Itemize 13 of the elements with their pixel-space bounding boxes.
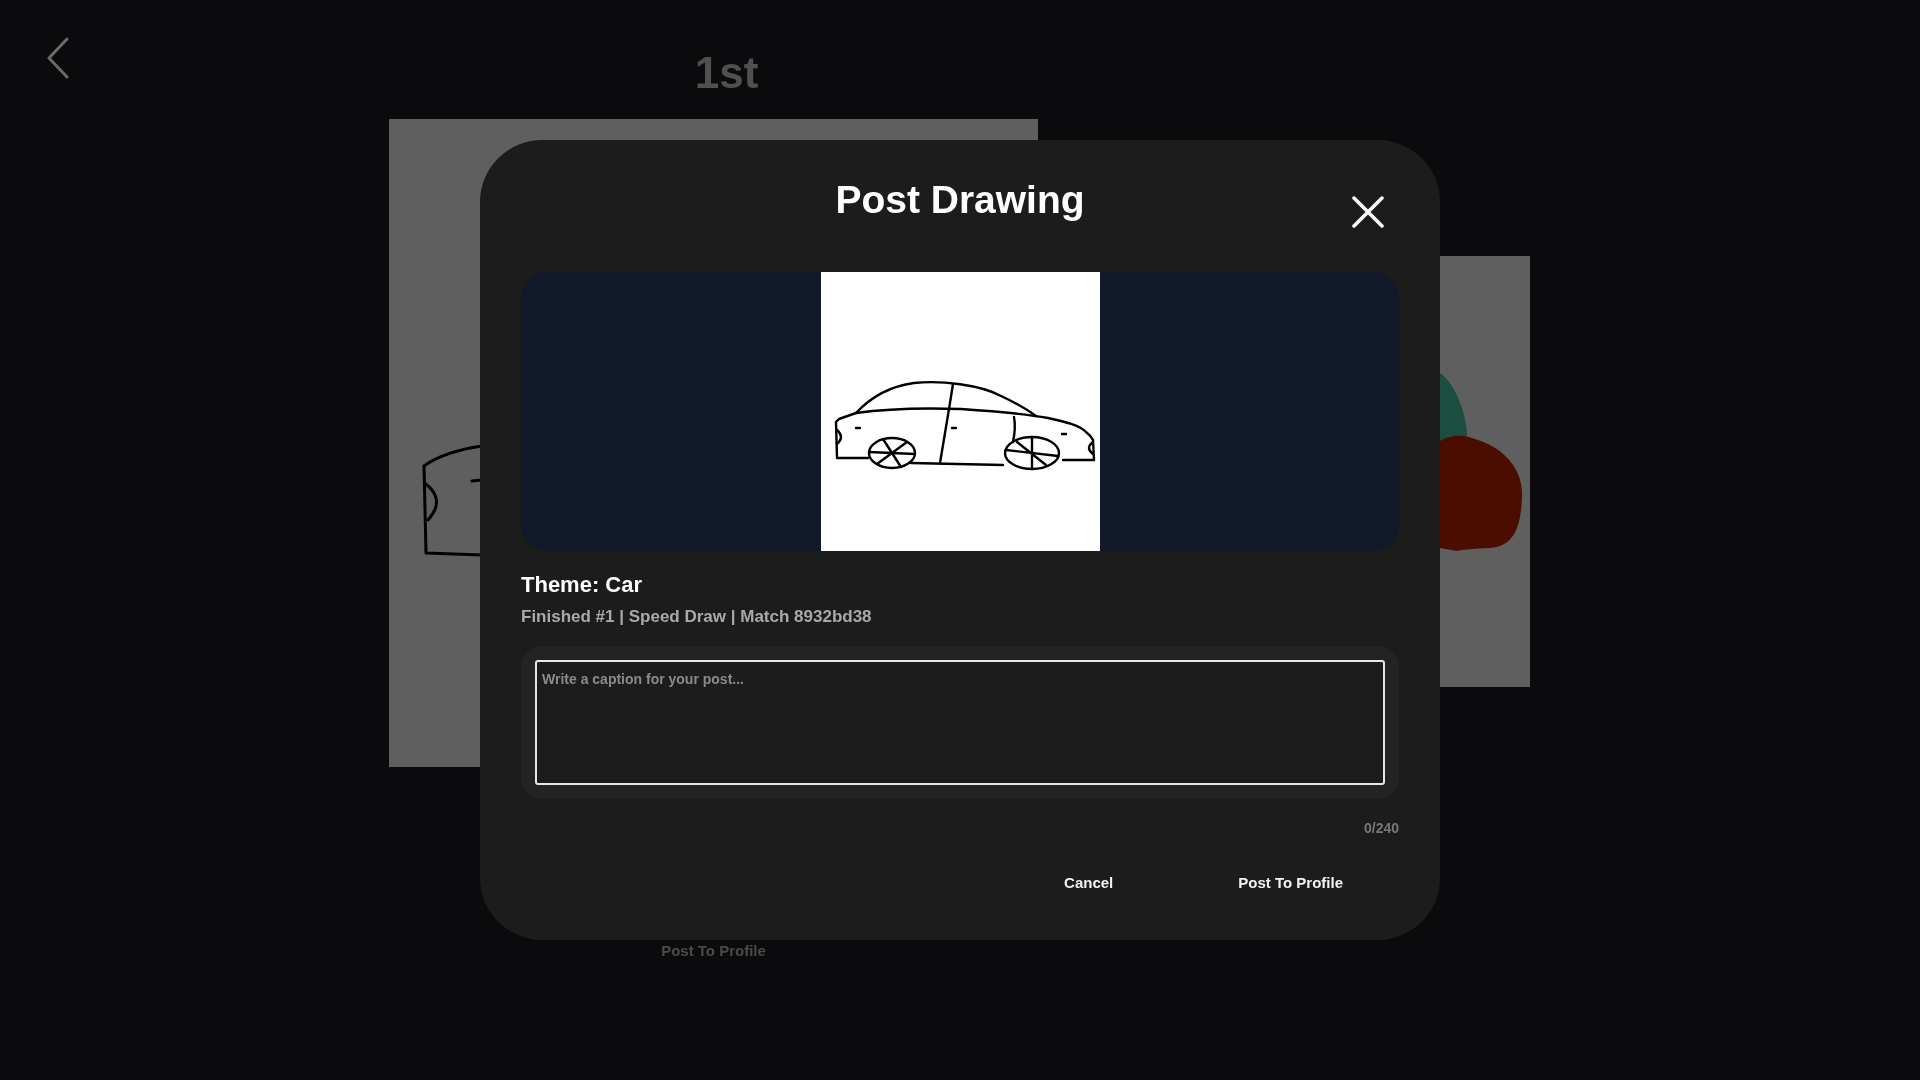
back-button[interactable] — [47, 37, 69, 79]
theme-label: Theme: Car — [521, 572, 643, 598]
close-icon — [1352, 196, 1384, 228]
close-button[interactable] — [1352, 196, 1384, 228]
post-button[interactable]: Post To Profile — [1214, 864, 1367, 902]
dialog-title: Post Drawing — [835, 178, 1085, 222]
drawing-card[interactable] — [1440, 256, 1530, 687]
chevron-left-icon — [47, 37, 69, 79]
match-details: Finished #1 | Speed Draw | Match 8932bd38 — [521, 607, 872, 627]
character-counter: 0/240 — [1363, 819, 1399, 837]
caption-field[interactable]: Write a caption for your post... — [535, 660, 1385, 785]
cancel-button[interactable]: Cancel — [1040, 864, 1138, 902]
place-title: 1st — [694, 50, 759, 96]
